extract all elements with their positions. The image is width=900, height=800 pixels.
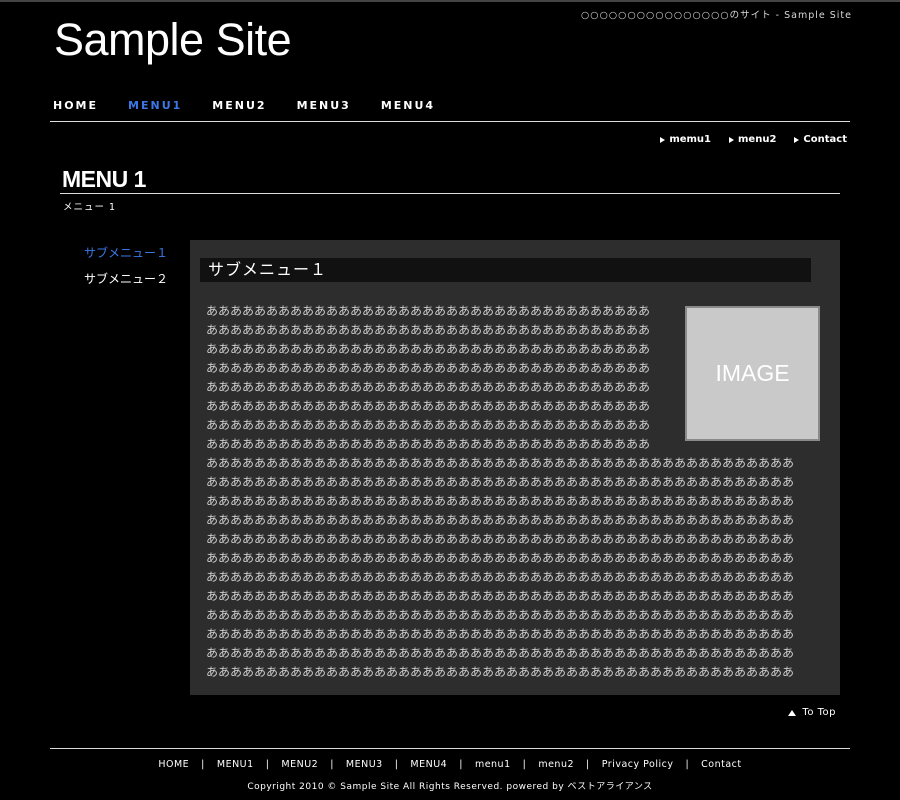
to-top-label: To Top xyxy=(802,707,836,718)
text-row: あああああああああああああああああああああああああああああああああああああ xyxy=(206,361,651,375)
text-row: ああああああああああああああああああああああああああああああああああああああああ… xyxy=(206,570,795,584)
global-nav-menu4[interactable]: MENU4 xyxy=(381,99,435,112)
utility-nav: memu1 menu2 Contact xyxy=(642,134,847,145)
footer-nav: HOME | MENU1 | MENU2 | MENU3 | MENU4 | menu1 | menu2… xyxy=(0,759,900,770)
text-row: あああああああああああああああああああああああああああああああああああああ xyxy=(206,342,651,356)
text-row: あああああああああああああああああああああああああああああああああああああ xyxy=(206,304,651,318)
footer-divider xyxy=(50,748,850,749)
text-row: あああああああああああああああああああああああああああああああああああああ xyxy=(206,437,651,451)
copyright: Copyright 2010 © Sample Site All Rights … xyxy=(247,782,653,792)
footer-nav-item[interactable]: Contact xyxy=(701,759,741,770)
site-title[interactable]: Sample Site xyxy=(54,14,292,66)
text-row: ああああああああああああああああああああああああああああああああああああああああ… xyxy=(206,532,795,546)
footer-nav-separator: | xyxy=(522,759,527,770)
utility-nav-label: memu1 xyxy=(669,134,712,145)
footer-nav-item[interactable]: Privacy Policy xyxy=(602,759,674,770)
page-title: MENU 1 xyxy=(62,166,146,192)
image-placeholder-label: IMAGE xyxy=(715,360,790,386)
footer-nav-item[interactable]: MENU2 xyxy=(281,759,318,770)
global-nav-menu2[interactable]: MENU2 xyxy=(212,99,266,112)
global-nav-menu1[interactable]: MENU1 xyxy=(128,99,182,112)
utility-nav-contact[interactable]: Contact xyxy=(794,134,847,145)
arrow-right-icon xyxy=(729,136,735,143)
footer-nav-item[interactable]: HOME xyxy=(158,759,189,770)
page-title-divider xyxy=(60,193,840,194)
text-row: ああああああああああああああああああああああああああああああああああああああああ… xyxy=(206,513,795,527)
arrow-up-icon xyxy=(788,709,797,716)
text-row: ああああああああああああああああああああああああああああああああああああああああ… xyxy=(206,456,795,470)
section-title: サブメニュー１ xyxy=(200,258,811,282)
text-row: ああああああああああああああああああああああああああああああああああああああああ… xyxy=(206,608,795,622)
page-subtitle: メニュー 1 xyxy=(63,202,117,213)
text-row: あああああああああああああああああああああああああああああああああああああ xyxy=(206,323,651,337)
image-placeholder: IMAGE xyxy=(685,306,820,441)
footer-nav-item[interactable]: menu1 xyxy=(475,759,511,770)
text-row: あああああああああああああああああああああああああああああああああああああ xyxy=(206,399,651,413)
sidebar-nav: サブメニュー１ サブメニュー２ xyxy=(84,244,168,296)
global-nav: HOME MENU1 MENU2 MENU3 MENU4 xyxy=(53,99,465,112)
site-tagline: ○○○○○○○○○○○○○○○○のサイト - Sample Site xyxy=(581,10,852,21)
top-border xyxy=(0,0,900,2)
utility-nav-memu1[interactable]: memu1 xyxy=(660,134,711,145)
text-row: ああああああああああああああああああああああああああああああああああああああああ… xyxy=(206,589,795,603)
utility-nav-label: menu2 xyxy=(738,134,777,145)
footer-nav-separator: | xyxy=(394,759,399,770)
global-nav-divider xyxy=(50,121,850,122)
text-row: ああああああああああああああああああああああああああああああああああああああああ… xyxy=(206,646,795,660)
global-nav-home[interactable]: HOME xyxy=(53,99,98,112)
text-row: ああああああああああああああああああああああああああああああああああああああああ… xyxy=(206,475,795,489)
main-content: サブメニュー１ ああああああああああああああああああああああああああああああああ… xyxy=(190,240,840,695)
footer-nav-separator: | xyxy=(685,759,690,770)
text-row: ああああああああああああああああああああああああああああああああああああああああ… xyxy=(206,551,795,565)
footer-nav-separator: | xyxy=(459,759,463,770)
footer-nav-item[interactable]: MENU4 xyxy=(410,759,447,770)
text-row: ああああああああああああああああああああああああああああああああああああああああ… xyxy=(206,665,795,679)
text-row: ああああああああああああああああああああああああああああああああああああああああ… xyxy=(206,494,795,508)
footer-nav-separator: | xyxy=(586,759,590,770)
arrow-right-icon xyxy=(660,136,666,143)
utility-nav-label: Contact xyxy=(803,134,847,145)
sidebar-item-submenu2[interactable]: サブメニュー２ xyxy=(84,270,168,287)
footer-nav-item[interactable]: MENU1 xyxy=(217,759,254,770)
footer-nav-separator: | xyxy=(265,759,270,770)
text-row: ああああああああああああああああああああああああああああああああああああああああ… xyxy=(206,627,795,641)
sidebar-item-submenu1[interactable]: サブメニュー１ xyxy=(84,244,168,261)
footer-nav-separator: | xyxy=(330,759,334,770)
text-row: あああああああああああああああああああああああああああああああああああああ xyxy=(206,380,651,394)
footer-nav-item[interactable]: menu2 xyxy=(538,759,574,770)
footer-nav-separator: | xyxy=(201,759,205,770)
utility-nav-menu2[interactable]: menu2 xyxy=(729,134,776,145)
to-top-link[interactable]: To Top xyxy=(788,707,836,718)
footer-nav-item[interactable]: MENU3 xyxy=(346,759,383,770)
text-row: あああああああああああああああああああああああああああああああああああああ xyxy=(206,418,651,432)
global-nav-menu3[interactable]: MENU3 xyxy=(297,99,351,112)
arrow-right-icon xyxy=(794,136,800,143)
